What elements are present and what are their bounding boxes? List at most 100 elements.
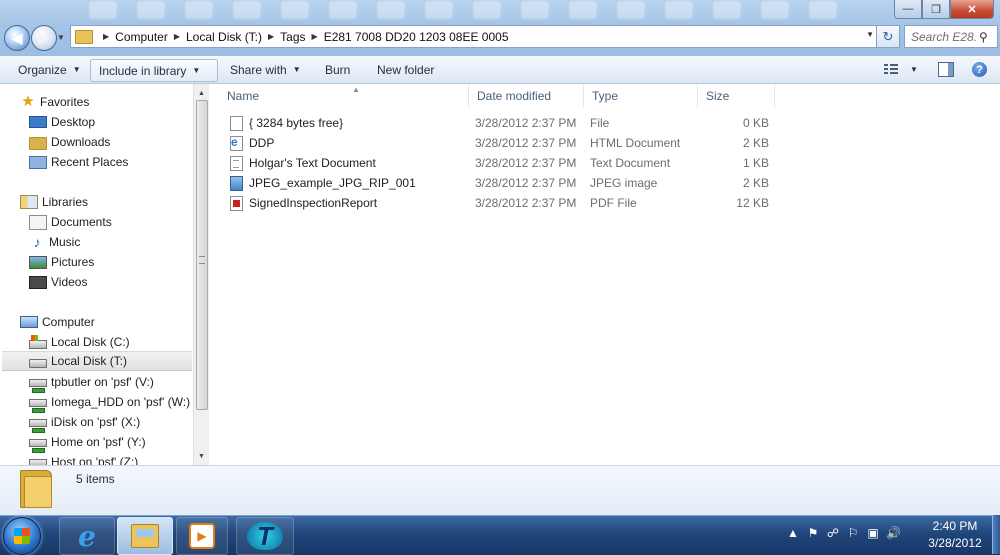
scroll-down-arrow-icon[interactable]: ▼ bbox=[194, 449, 209, 463]
power-icon[interactable]: ⚐ bbox=[846, 526, 860, 540]
html-file-icon bbox=[230, 135, 243, 151]
new-folder-button[interactable]: New folder bbox=[369, 59, 442, 80]
sidebar-item-label: Downloads bbox=[51, 135, 111, 149]
sidebar-item-label: iDisk on 'psf' (X:) bbox=[51, 415, 141, 429]
sidebar-item-music[interactable]: ♪ Music bbox=[29, 232, 81, 252]
column-header-name[interactable]: Name ▲ bbox=[219, 84, 469, 108]
file-type: JPEG image bbox=[590, 176, 658, 190]
taskbar-media-player[interactable]: ▶ bbox=[176, 517, 228, 555]
column-header-date-modified[interactable]: Date modified bbox=[469, 84, 584, 108]
help-button[interactable]: ? bbox=[972, 59, 987, 80]
organize-button[interactable]: Organize ▼ bbox=[10, 59, 89, 80]
sidebar-libraries[interactable]: Libraries bbox=[20, 192, 88, 212]
chevron-right-icon[interactable]: ▶ bbox=[103, 32, 109, 41]
start-button[interactable] bbox=[3, 517, 41, 555]
sidebar-computer-label: Computer bbox=[42, 315, 95, 329]
close-button[interactable]: ✕ bbox=[950, 0, 994, 19]
column-header-size[interactable]: Size bbox=[698, 84, 775, 108]
file-date: 3/28/2012 2:37 PM bbox=[475, 196, 577, 210]
change-view-button[interactable]: ▼ bbox=[884, 59, 918, 80]
volume-icon[interactable]: 🔊 bbox=[886, 526, 901, 540]
preview-pane-button[interactable] bbox=[938, 59, 954, 80]
sidebar-item-local-disk-c[interactable]: Local Disk (C:) bbox=[29, 332, 130, 352]
taskbar-t-app[interactable]: T bbox=[236, 517, 294, 555]
chevron-right-icon[interactable]: ▶ bbox=[174, 32, 180, 41]
navigation-pane: ★ Favorites Desktop Downloads Recent Pla… bbox=[0, 84, 209, 465]
file-name: DDP bbox=[249, 136, 275, 150]
network-drive-icon bbox=[29, 379, 47, 393]
share-with-button[interactable]: Share with ▼ bbox=[222, 59, 309, 80]
music-note-icon: ♪ bbox=[33, 234, 41, 250]
sidebar-item-idisk[interactable]: iDisk on 'psf' (X:) bbox=[29, 412, 141, 433]
sidebar-item-home[interactable]: Home on 'psf' (Y:) bbox=[29, 432, 146, 453]
chevron-right-icon[interactable]: ▶ bbox=[312, 32, 318, 41]
action-center-flag-icon[interactable]: ⚑ bbox=[806, 526, 820, 540]
file-name-cell: SignedInspectionReport bbox=[230, 193, 377, 213]
sidebar-computer[interactable]: Computer bbox=[20, 312, 95, 332]
minimize-button[interactable]: — bbox=[894, 0, 922, 19]
chevron-down-icon: ▼ bbox=[72, 65, 81, 74]
folder-icon bbox=[20, 470, 52, 508]
navigation-pane-scrollbar[interactable]: ▲ ▼ bbox=[193, 84, 209, 465]
file-date: 3/28/2012 2:37 PM bbox=[475, 176, 577, 190]
column-header-label: Name bbox=[227, 89, 260, 103]
file-size: 2 KB bbox=[742, 136, 769, 150]
taskbar-windows-explorer[interactable] bbox=[117, 517, 173, 555]
breadcrumb-computer[interactable]: Computer bbox=[115, 30, 168, 44]
sidebar-item-pictures[interactable]: Pictures bbox=[29, 252, 94, 272]
star-icon: ★ bbox=[21, 93, 35, 110]
sidebar-favorites[interactable]: ★ Favorites bbox=[20, 92, 89, 112]
sidebar-item-videos[interactable]: Videos bbox=[29, 272, 87, 292]
breadcrumb-current-folder[interactable]: E281 7008 DD20 1203 08EE 0005 bbox=[324, 30, 509, 44]
forward-button[interactable]: ▶ bbox=[31, 25, 57, 51]
system-drive-icon bbox=[29, 335, 47, 349]
ghost-icon bbox=[138, 2, 164, 18]
file-name: SignedInspectionReport bbox=[249, 196, 378, 210]
recent-pages-dropdown[interactable]: ▼ bbox=[57, 33, 65, 42]
chevron-down-icon[interactable]: ▼ bbox=[910, 65, 918, 74]
sidebar-item-tpbutler[interactable]: tpbutler on 'psf' (V:) bbox=[29, 372, 154, 393]
file-type: Text Document bbox=[590, 156, 671, 170]
item-count: 5 items bbox=[76, 472, 115, 486]
sidebar-item-documents[interactable]: Documents bbox=[29, 212, 112, 232]
chevron-right-icon[interactable]: ▶ bbox=[268, 32, 274, 41]
column-header-label: Date modified bbox=[477, 89, 552, 103]
sidebar-item-host[interactable]: Host on 'psf' (Z:) bbox=[29, 452, 138, 465]
network-icon[interactable]: ▣ bbox=[866, 526, 880, 540]
scroll-up-arrow-icon[interactable]: ▲ bbox=[194, 86, 209, 100]
sidebar-item-iomega[interactable]: Iomega_HDD on 'psf' (W:) bbox=[29, 392, 190, 413]
show-hidden-icons-icon[interactable]: ▲ bbox=[786, 526, 800, 540]
sidebar-libraries-label: Libraries bbox=[42, 195, 89, 209]
blurred-background-icons bbox=[90, 2, 836, 20]
ghost-icon bbox=[522, 2, 548, 18]
sidebar-item-local-disk-t[interactable]: Local Disk (T:) bbox=[2, 351, 192, 371]
file-size: 2 KB bbox=[742, 176, 769, 190]
address-bar[interactable]: ▶ Computer ▶ Local Disk (T:) ▶ Tags ▶ E2… bbox=[70, 25, 878, 48]
sidebar-item-recent-places[interactable]: Recent Places bbox=[29, 152, 128, 172]
breadcrumb-tags[interactable]: Tags bbox=[280, 30, 305, 44]
breadcrumb-local-disk-t[interactable]: Local Disk (T:) bbox=[186, 30, 262, 44]
organize-label: Organize bbox=[18, 62, 67, 77]
maximize-button[interactable]: ❐ bbox=[922, 0, 950, 19]
file-size: 0 KB bbox=[742, 116, 769, 130]
column-header-type[interactable]: Type bbox=[584, 84, 698, 108]
taskbar-internet-explorer[interactable]: e bbox=[59, 517, 115, 555]
show-desktop-button[interactable] bbox=[992, 515, 1000, 554]
scrollbar-thumb[interactable] bbox=[196, 100, 208, 410]
clock[interactable]: 2:40 PM 3/28/2012 bbox=[918, 518, 992, 552]
file-type: File bbox=[590, 116, 610, 130]
forward-arrow-icon: ▶ bbox=[38, 29, 50, 46]
file-name-cell: DDP bbox=[230, 133, 274, 153]
wireless-icon[interactable]: ☍ bbox=[826, 526, 840, 540]
search-input[interactable]: Search E28... ⚲ bbox=[904, 25, 998, 48]
internet-explorer-icon: e bbox=[78, 519, 96, 553]
include-in-library-button[interactable]: Include in library ▼ bbox=[90, 59, 218, 82]
sidebar-item-desktop[interactable]: Desktop bbox=[29, 112, 95, 132]
refresh-icon: ↻ bbox=[882, 28, 894, 44]
address-history-dropdown[interactable]: ▼ bbox=[866, 30, 874, 39]
burn-button[interactable]: Burn bbox=[317, 59, 358, 80]
back-button[interactable]: ◀ bbox=[4, 25, 30, 51]
sidebar-item-downloads[interactable]: Downloads bbox=[29, 132, 110, 152]
refresh-button[interactable]: ↻ bbox=[876, 25, 900, 48]
ghost-icon bbox=[90, 2, 116, 18]
